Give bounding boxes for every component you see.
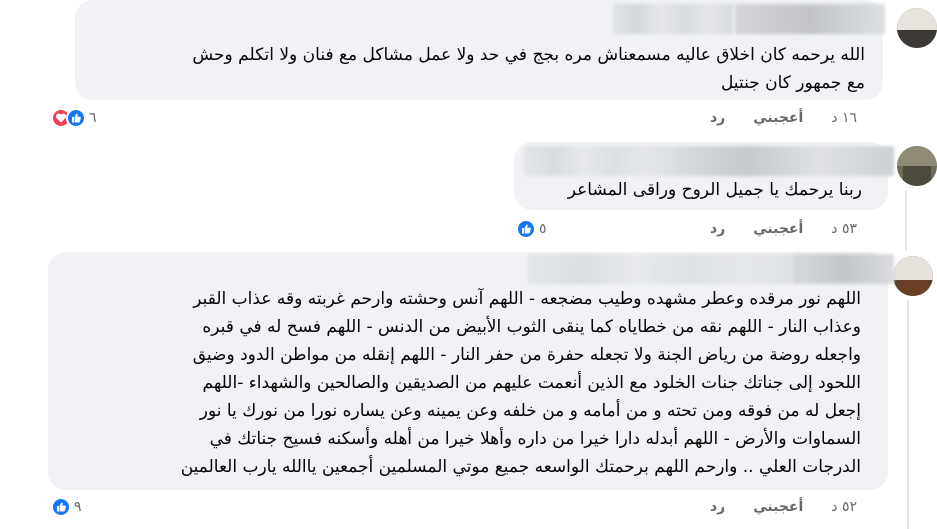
thread-line bbox=[907, 300, 909, 529]
reactions-summary[interactable]: ٦ bbox=[51, 108, 97, 128]
blurred-author-name[interactable] bbox=[794, 254, 894, 284]
comment-line: السماوات والأرض - اللهم أبدله دارا خيرا … bbox=[209, 429, 861, 449]
avatar[interactable] bbox=[893, 256, 933, 296]
reactions-summary[interactable]: ٥ bbox=[516, 219, 547, 239]
comment-line: وعذاب النار - اللهم نقه من خطاياه كما ين… bbox=[202, 317, 861, 337]
comment-line: إجعل له من فوقه ومن تحته و من أمامه و من… bbox=[199, 401, 861, 421]
comment-actions: ١٦ د أعجبني رد bbox=[710, 110, 857, 126]
comment-line: الدرجات العلي .. وارحم اللهم برحمتك الوا… bbox=[180, 457, 861, 477]
comment-actions: ٥٣ د أعجبني رد bbox=[710, 221, 857, 237]
reaction-count: ٦ bbox=[89, 110, 97, 126]
comment-time[interactable]: ٥٢ د bbox=[831, 499, 857, 515]
like-icon bbox=[516, 219, 536, 239]
like-link[interactable]: أعجبني bbox=[753, 110, 803, 126]
reaction-count: ٥ bbox=[539, 221, 547, 237]
comment-text: الله يرحمه كان اخلاق عاليه مسمعناش مره ب… bbox=[192, 45, 865, 65]
comment-actions: ٥٢ د أعجبني رد bbox=[710, 499, 857, 515]
reply-link[interactable]: رد bbox=[710, 499, 725, 515]
blurred-author-name bbox=[524, 146, 674, 176]
comment-time[interactable]: ١٦ د bbox=[831, 110, 857, 126]
comment-line: واجعله روضة من رياض الجنة ولا تجعله حفرة… bbox=[192, 345, 861, 365]
avatar[interactable] bbox=[897, 8, 937, 48]
comment-line: اللهم نور مرقده وعطر مشهده وطيب مضجعه - … bbox=[193, 289, 861, 309]
like-link[interactable]: أعجبني bbox=[753, 221, 803, 237]
like-icon bbox=[51, 497, 71, 517]
like-link[interactable]: أعجبني bbox=[753, 499, 803, 515]
thread-line bbox=[905, 190, 907, 250]
comment-line: اللحود إلى جناتك جنات الخلود مع الذين أن… bbox=[202, 373, 861, 393]
comment-time[interactable]: ٥٣ د bbox=[831, 221, 857, 237]
comment-text: ربنا يرحمك يا جميل الروح وراقى المشاعر bbox=[567, 180, 862, 200]
blurred-author-name bbox=[528, 254, 798, 284]
reaction-count: ٩ bbox=[74, 499, 82, 515]
blurred-author-name bbox=[613, 4, 733, 34]
blurred-author-name[interactable] bbox=[674, 146, 894, 176]
blurred-author-name[interactable] bbox=[735, 4, 885, 34]
reply-link[interactable]: رد bbox=[710, 221, 725, 237]
reactions-summary[interactable]: ٩ bbox=[51, 497, 82, 517]
like-icon bbox=[66, 108, 86, 128]
comment-text: مع جمهور كان جنتيل bbox=[720, 73, 865, 93]
reply-link[interactable]: رد bbox=[710, 110, 725, 126]
avatar[interactable] bbox=[897, 146, 937, 186]
